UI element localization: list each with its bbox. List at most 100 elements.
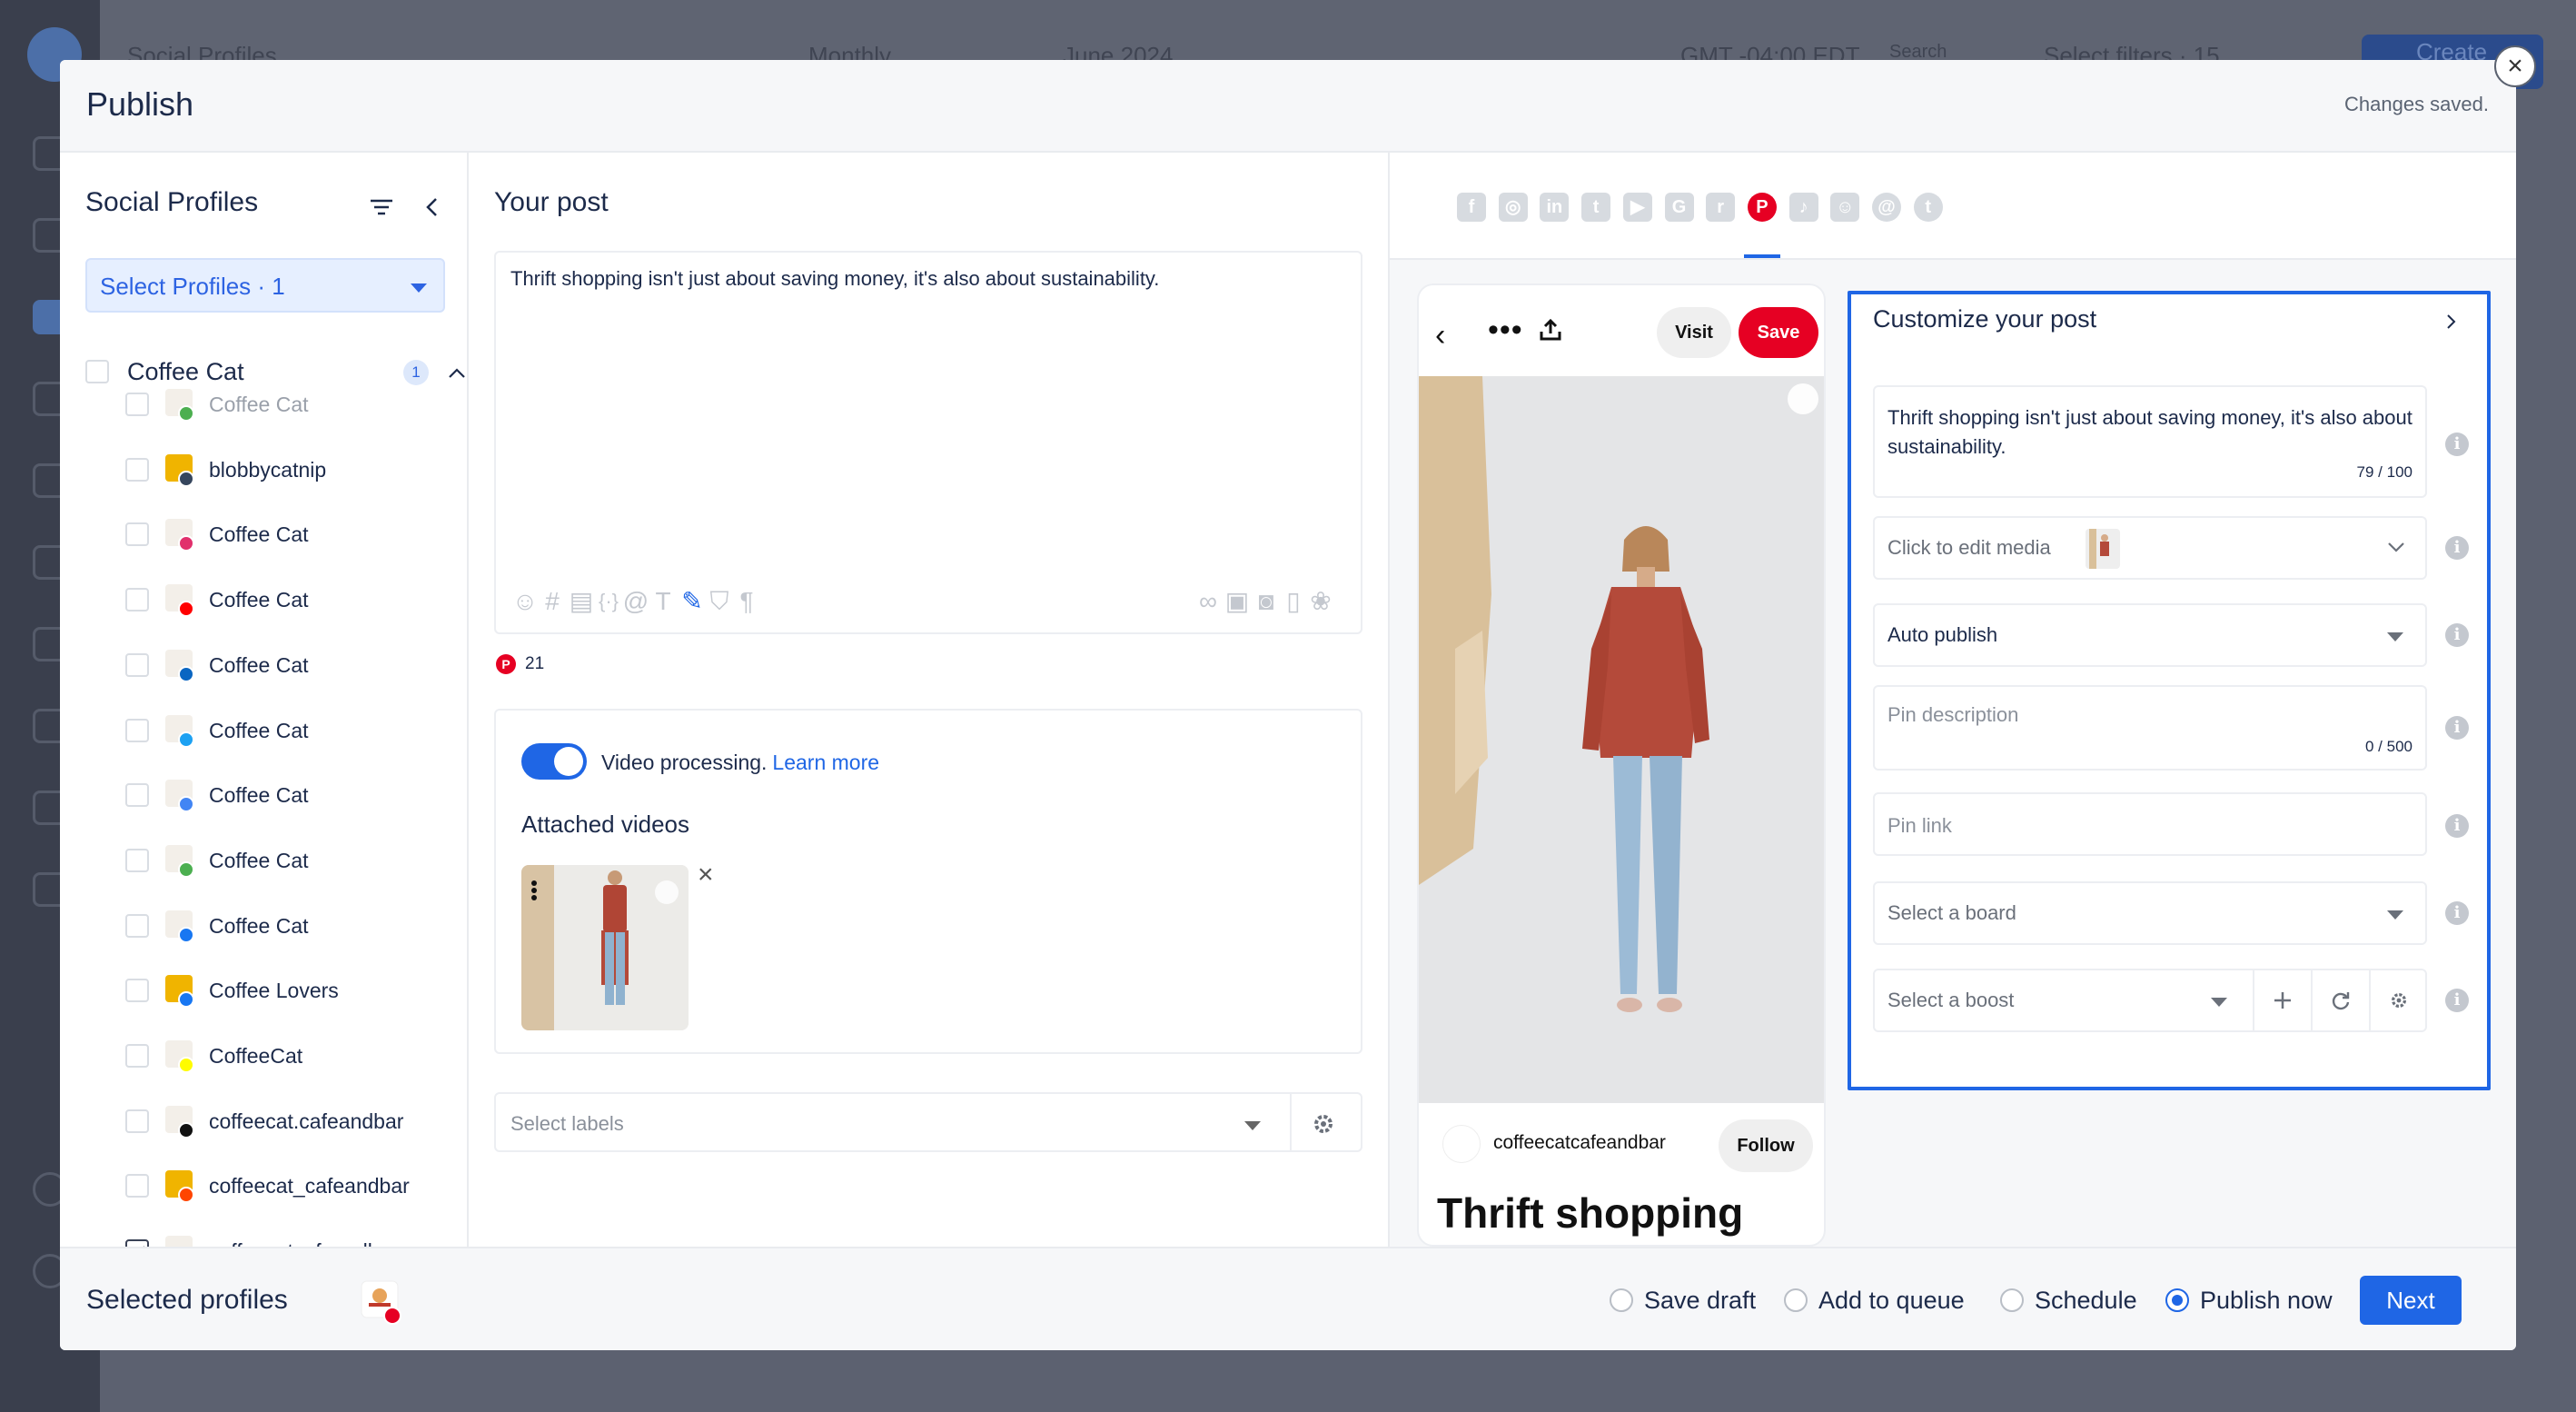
profile-checkbox[interactable]: [125, 588, 149, 612]
radio-button[interactable]: [1610, 1288, 1633, 1312]
snippet-icon[interactable]: ▤: [567, 587, 596, 616]
profile-row[interactable]: Coffee Cat: [60, 836, 469, 887]
chevron-right-icon[interactable]: [2440, 311, 2462, 333]
profile-row[interactable]: blobbycatnip: [60, 445, 469, 496]
info-icon[interactable]: i: [2445, 536, 2469, 560]
info-icon[interactable]: i: [2445, 716, 2469, 740]
post-panel: Your post Thrift shopping isn't just abo…: [469, 153, 1390, 1247]
chevron-left-icon[interactable]: [420, 193, 445, 222]
profile-row[interactable]: coffeecat_cafeandbar: [60, 1161, 469, 1212]
publish-mode-select[interactable]: Auto publish: [1873, 603, 2427, 667]
profile-row[interactable]: Coffee Cat: [60, 641, 469, 691]
selected-profile-avatar[interactable]: [360, 1279, 403, 1325]
profile-row[interactable]: Coffee Cat: [60, 575, 469, 626]
profile-row[interactable]: coffeecat.cafeandbar: [60, 1097, 469, 1148]
labels-select[interactable]: Select labels: [494, 1092, 1362, 1152]
publish-mode-value: Auto publish: [1887, 623, 1998, 646]
profile-row[interactable]: Coffee Cat: [60, 706, 469, 757]
close-icon[interactable]: ×: [2494, 45, 2536, 87]
text-format-icon[interactable]: T: [649, 587, 678, 616]
profile-checkbox[interactable]: [125, 393, 149, 416]
document-icon[interactable]: ▯: [1279, 587, 1308, 616]
tab-facebook-icon[interactable]: f: [1457, 193, 1486, 222]
google-business-icon: [178, 405, 194, 422]
mention-icon[interactable]: @: [621, 587, 650, 616]
profile-checkbox[interactable]: [125, 652, 149, 677]
info-icon[interactable]: i: [2445, 623, 2469, 647]
tab-tumblr-icon[interactable]: t: [1913, 193, 1943, 222]
profile-row[interactable]: Coffee Cat: [60, 380, 469, 431]
link-icon[interactable]: ∞: [1194, 587, 1223, 616]
info-icon[interactable]: i: [2445, 989, 2469, 1012]
profile-checkbox[interactable]: [125, 979, 149, 1003]
profiles-title: Social Profiles: [85, 187, 259, 217]
tab-twitter-icon[interactable]: t: [1581, 193, 1611, 222]
profile-checkbox[interactable]: [125, 913, 149, 938]
tab-reddit-icon[interactable]: r: [1706, 193, 1736, 222]
profile-checkbox[interactable]: [125, 848, 149, 872]
learn-more-link[interactable]: Learn more: [772, 751, 879, 774]
emoji-icon[interactable]: ☺: [510, 587, 540, 616]
post-editor[interactable]: Thrift shopping isn't just about saving …: [494, 251, 1362, 634]
profile-checkbox[interactable]: [125, 522, 149, 547]
ai-magic-icon[interactable]: ✎: [678, 587, 707, 616]
profile-checkbox[interactable]: [125, 718, 149, 742]
pin-description-field[interactable]: Pin description 0 / 500: [1873, 685, 2427, 771]
gear-icon[interactable]: [1310, 1110, 1337, 1138]
tab-google-icon[interactable]: G: [1664, 193, 1694, 222]
tab-linkedin-icon[interactable]: in: [1540, 193, 1570, 222]
profile-row[interactable]: CoffeeCat: [60, 1031, 469, 1082]
pinterest-char-count: P 21: [496, 654, 544, 674]
post-text[interactable]: Thrift shopping isn't just about saving …: [510, 267, 1159, 291]
edit-media-field[interactable]: Click to edit media: [1873, 516, 2427, 580]
tab-pinterest-icon[interactable]: P: [1747, 193, 1777, 222]
profile-row[interactable]: Coffee Cat: [60, 771, 469, 821]
dropdown-caret-icon: [2211, 998, 2227, 1007]
profile-name: CoffeeCat: [209, 1044, 303, 1068]
media-library-icon[interactable]: ▣: [1223, 587, 1252, 616]
tab-instagram-icon[interactable]: ◎: [1498, 193, 1528, 222]
tab-youtube-icon[interactable]: ▶: [1622, 193, 1652, 222]
profile-checkbox[interactable]: [125, 1044, 149, 1068]
snapchat-icon: [178, 1057, 194, 1073]
tab-threads-icon[interactable]: @: [1872, 193, 1901, 222]
profile-row[interactable]: Coffee Lovers: [60, 966, 469, 1017]
custom-text-field[interactable]: Thrift shopping isn't just about saving …: [1873, 385, 2427, 498]
shield-icon[interactable]: ⛉: [705, 587, 734, 616]
profile-row[interactable]: Coffee Cat: [60, 510, 469, 561]
profile-checkbox[interactable]: [125, 1174, 149, 1198]
profile-checkbox[interactable]: [125, 783, 149, 808]
add-boost-button[interactable]: [2253, 970, 2311, 1030]
tab-tiktok-icon[interactable]: ♪: [1788, 193, 1818, 222]
boost-settings-button[interactable]: [2369, 970, 2427, 1030]
pin-link-field[interactable]: Pin link: [1873, 792, 2427, 856]
camera-icon[interactable]: ◙: [1252, 587, 1281, 616]
remove-video-icon[interactable]: ×: [698, 860, 714, 890]
gear-icon: [2392, 993, 2406, 1008]
filter-icon[interactable]: [367, 193, 396, 222]
radio-button[interactable]: [2165, 1288, 2189, 1312]
profile-checkbox[interactable]: [125, 1109, 149, 1133]
profile-row[interactable]: Coffee Cat: [60, 901, 469, 952]
refresh-boost-button[interactable]: [2311, 970, 2369, 1030]
variable-icon[interactable]: {·}: [594, 587, 623, 616]
profile-avatar: [163, 1039, 196, 1075]
profile-checkbox[interactable]: [125, 457, 149, 482]
custom-text[interactable]: Thrift shopping isn't just about saving …: [1887, 403, 2423, 462]
boost-select[interactable]: Select a boost: [1873, 969, 2427, 1032]
radio-label: Save draft: [1644, 1287, 1757, 1314]
video-thumbnail[interactable]: [521, 865, 689, 1030]
radio-button[interactable]: [1784, 1288, 1808, 1312]
hashtag-icon[interactable]: #: [538, 587, 567, 616]
next-button[interactable]: Next: [2360, 1276, 2462, 1325]
video-processing-toggle[interactable]: [521, 743, 587, 780]
paragraph-icon[interactable]: ¶: [732, 587, 761, 616]
board-select[interactable]: Select a board: [1873, 881, 2427, 945]
integrations-icon[interactable]: ❀: [1306, 587, 1335, 616]
tab-snapchat-icon[interactable]: ☺: [1830, 193, 1860, 222]
info-icon[interactable]: i: [2445, 433, 2469, 456]
select-profiles-dropdown[interactable]: Select Profiles · 1: [85, 258, 445, 313]
radio-button[interactable]: [2000, 1288, 2024, 1312]
info-icon[interactable]: i: [2445, 814, 2469, 838]
info-icon[interactable]: i: [2445, 901, 2469, 925]
